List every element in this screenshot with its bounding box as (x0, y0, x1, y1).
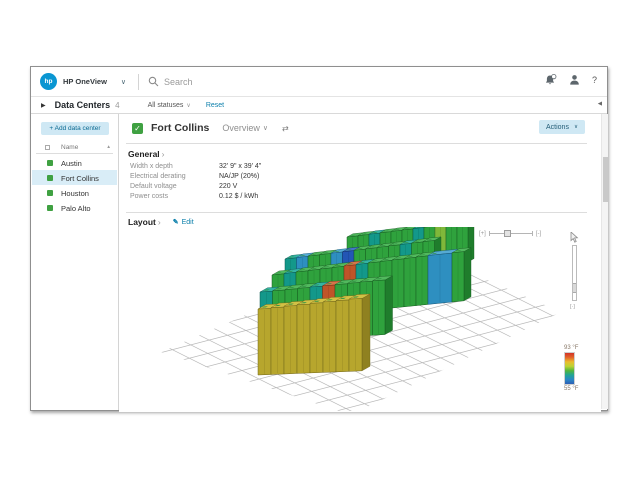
field-row: Default voltage220 V (130, 183, 261, 193)
list-item[interactable]: Palo Alto (32, 200, 117, 215)
user-icon[interactable] (569, 74, 580, 86)
status-icon (47, 160, 53, 166)
zoom-slider-handle[interactable] (504, 230, 511, 237)
zoom-slider[interactable]: [+] [-] (479, 230, 541, 237)
selected-datacenter-title: Fort Collins (151, 122, 209, 134)
datacenter-list: Austin Fort Collins Houston Palo Alto (32, 155, 117, 215)
vertical-scrollbar[interactable] (601, 114, 608, 409)
divider (126, 212, 587, 213)
resource-count: 4 (115, 101, 119, 110)
app-window: hp HP OneView ∨ Search ? ▶ Data Centers … (30, 66, 608, 411)
status-ok-icon: ✓ (132, 123, 143, 134)
slider-tick (532, 231, 533, 236)
zoom-in-label[interactable]: [+] (479, 231, 486, 237)
chevron-right-icon: › (158, 217, 161, 227)
field-label: Default voltage (130, 183, 219, 193)
page-title: Data Centers (55, 100, 111, 110)
brand-menu-chevron-icon[interactable]: ∨ (121, 78, 126, 86)
scrollbar-thumb[interactable] (603, 157, 608, 202)
brand-label: HP OneView (63, 77, 107, 86)
hp-logo-icon: hp (40, 73, 57, 90)
field-label: Width x depth (130, 163, 219, 173)
help-button[interactable]: ? (592, 75, 597, 85)
list-header[interactable]: Name ▴ (36, 141, 113, 154)
divider (126, 143, 587, 144)
divider (138, 74, 139, 90)
datacenter-name: Houston (61, 189, 89, 198)
datacenter-name: Austin (61, 159, 82, 168)
edit-layout-link[interactable]: Edit (182, 219, 194, 226)
alerts-bell-icon[interactable] (544, 74, 557, 86)
legend-min-label: 55 °F (564, 386, 588, 392)
datacenter-name: Fort Collins (61, 174, 99, 183)
chevron-down-icon: ∨ (263, 124, 268, 132)
chevron-down-icon: ∨ (186, 102, 190, 109)
status-column-icon (45, 145, 50, 150)
edit-pencil-icon[interactable]: ✎ (173, 218, 179, 226)
field-value: 0.12 $ / kWh (219, 193, 258, 203)
temperature-legend: 93 °F 55 °F (564, 345, 588, 392)
content-header: ✓ Fort Collins Overview ∨ ⇄ (119, 114, 601, 142)
legend-gradient-bar (564, 352, 575, 385)
actions-label: Actions (546, 124, 569, 131)
zoom-slider-track[interactable] (489, 230, 533, 237)
tilt-slider-handle[interactable] (573, 283, 576, 293)
filter-bar: ▶ Data Centers 4 All statuses ∨ Reset ◀ (31, 97, 607, 114)
tilt-label: [·] (570, 304, 575, 310)
zoom-out-label[interactable]: [-] (536, 231, 541, 237)
general-fields: Width x depth32' 9" x 39' 4"Electrical d… (130, 163, 261, 203)
slider-tick (489, 231, 490, 236)
reset-filter-link[interactable]: Reset (206, 102, 224, 109)
field-label: Power costs (130, 193, 219, 203)
status-icon (47, 205, 53, 211)
status-icon (47, 175, 53, 181)
field-value: NA/JP (20%) (219, 173, 259, 183)
field-value: 32' 9" x 39' 4" (219, 163, 261, 173)
status-filter-dropdown[interactable]: All statuses (148, 102, 184, 109)
search-icon (148, 76, 159, 87)
top-bar: hp HP OneView ∨ Search ? (31, 67, 607, 97)
main-content: ✓ Fort Collins Overview ∨ ⇄ Actions ∨ Ge… (119, 114, 601, 412)
search-input[interactable]: Search (164, 77, 193, 87)
chevron-right-icon: › (162, 149, 165, 159)
sort-arrow-icon[interactable]: ▴ (107, 144, 110, 150)
slider-rail (489, 233, 533, 234)
cursor-arrow-icon (570, 232, 579, 243)
datacenter-name: Palo Alto (61, 204, 91, 213)
chevron-down-icon: ∨ (574, 124, 578, 130)
list-item[interactable]: Fort Collins (32, 170, 117, 185)
actions-button[interactable]: Actions ∨ (539, 120, 585, 134)
sidebar: + Add data center Name ▴ Austin Fort Coll… (31, 114, 119, 410)
name-column-header[interactable]: Name (61, 144, 78, 151)
general-section-heading[interactable]: General› (128, 149, 165, 159)
status-icon (47, 190, 53, 196)
general-heading-label: General (128, 149, 160, 159)
layout-section-heading[interactable]: Layout› ✎ Edit (128, 217, 194, 227)
legend-max-label: 93 °F (564, 345, 588, 351)
add-data-center-button[interactable]: + Add data center (41, 122, 109, 135)
expand-menu-icon[interactable]: ▶ (41, 102, 46, 109)
map-view-toggle-icon[interactable]: ⇄ (282, 124, 289, 133)
layout-heading-label: Layout (128, 217, 156, 227)
list-item[interactable]: Austin (32, 155, 117, 170)
field-label: Electrical derating (130, 173, 219, 183)
field-row: Width x depth32' 9" x 39' 4" (130, 163, 261, 173)
field-row: Electrical deratingNA/JP (20%) (130, 173, 261, 183)
layout-3d-scene[interactable] (121, 227, 599, 411)
field-value: 220 V (219, 183, 237, 193)
list-item[interactable]: Houston (32, 185, 117, 200)
view-selector-dropdown[interactable]: Overview (222, 123, 260, 133)
collapse-panel-icon[interactable]: ◀ (598, 101, 602, 107)
field-row: Power costs0.12 $ / kWh (130, 193, 261, 203)
